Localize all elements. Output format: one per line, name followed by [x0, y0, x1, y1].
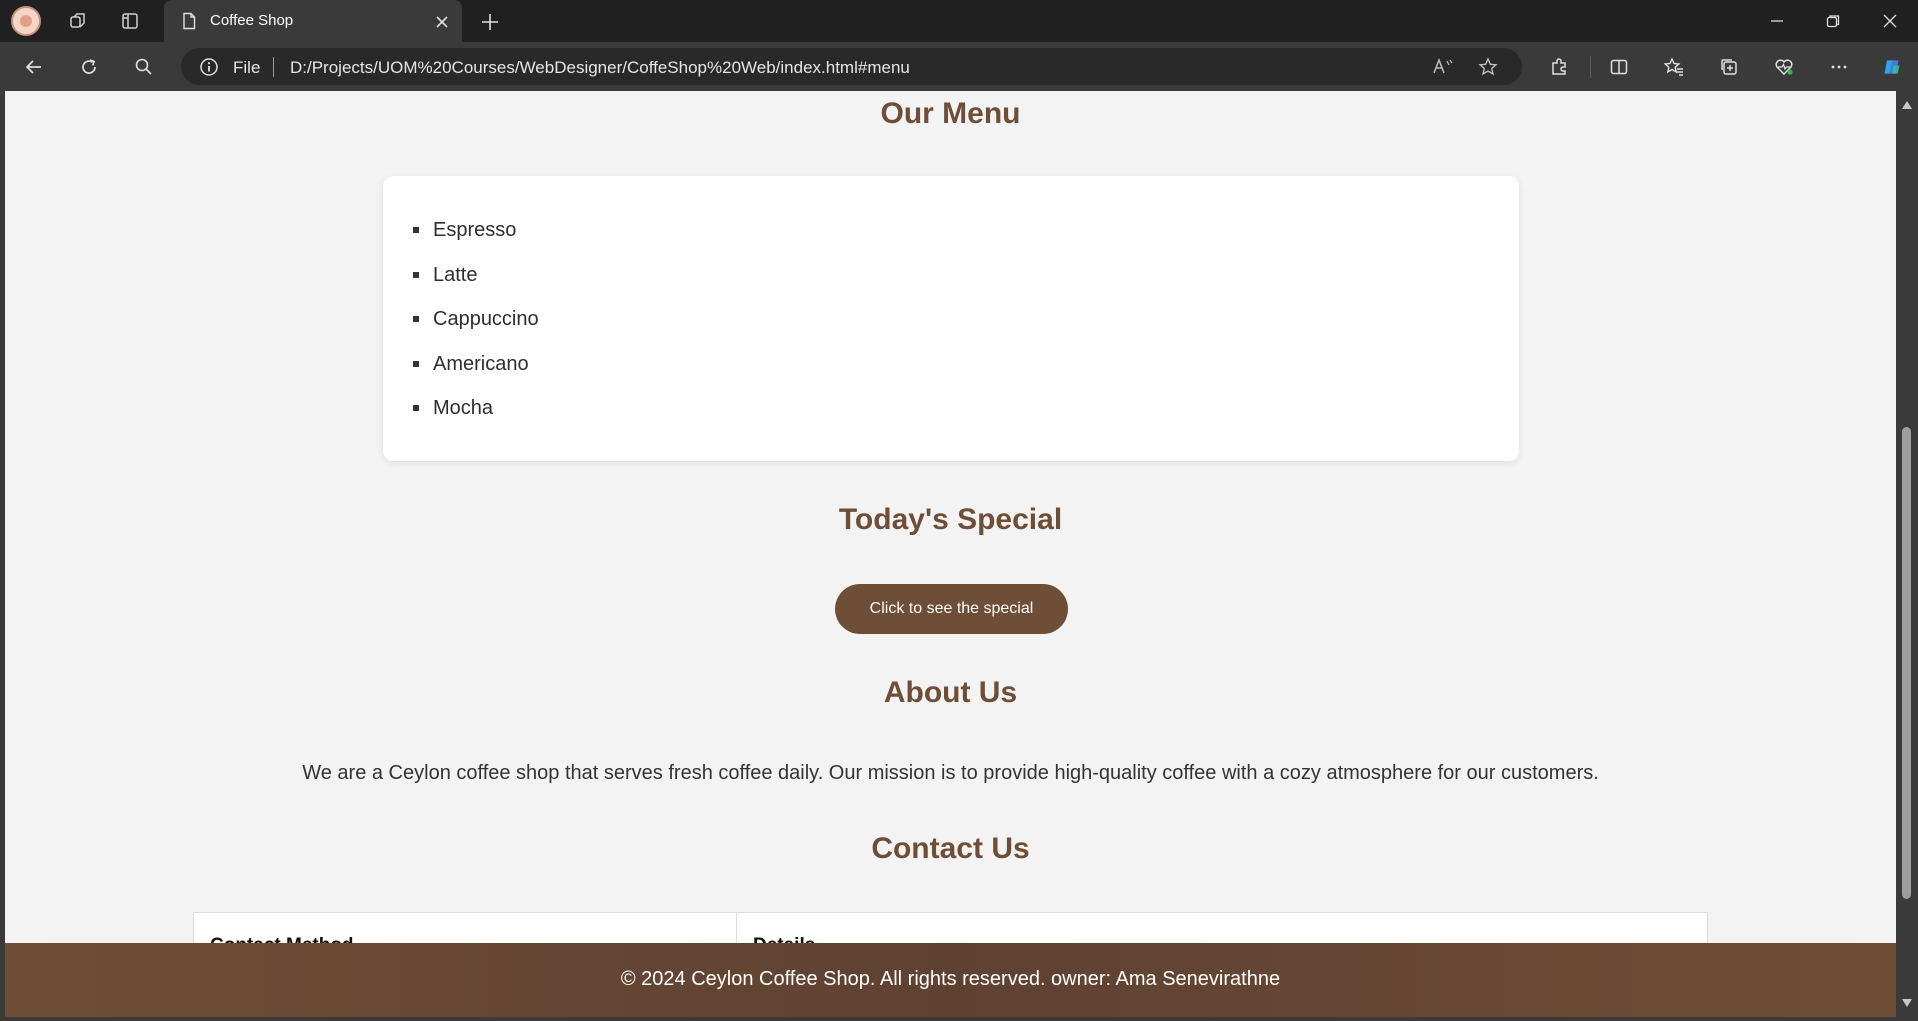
active-tab[interactable]: Coffee Shop: [164, 0, 462, 42]
puzzle-icon: [1552, 58, 1566, 75]
square-bullet-icon: [413, 316, 419, 322]
close-window-button[interactable]: [1862, 0, 1918, 42]
tab-title: Coffee Shop: [210, 12, 294, 29]
tab-bar: Coffee Shop: [0, 0, 1918, 42]
navigation-bar: File D:/Projects/UOM%20Courses/WebDesign…: [0, 42, 1918, 91]
footer-text: © 2024 Ceylon Coffee Shop. All rights re…: [620, 968, 1281, 990]
square-bullet-icon: [413, 360, 419, 367]
minimize-button[interactable]: [1749, 0, 1805, 42]
search-icon: [135, 58, 152, 75]
square-bullet-icon: [413, 227, 419, 233]
menu-card: Espresso Latte Cappuccino Americano Mocha: [383, 176, 1519, 461]
address-bar[interactable]: File D:/Projects/UOM%20Courses/WebDesign…: [181, 48, 1522, 85]
menu-item: Mocha: [407, 396, 539, 441]
square-bullet-icon: [413, 405, 419, 411]
workspaces-button[interactable]: [60, 4, 96, 38]
square-bullet-icon: [413, 271, 419, 278]
about-text: We are a Ceylon coffee shop that serves …: [302, 762, 1599, 784]
scroll-up-arrow-icon[interactable]: [1902, 101, 1912, 109]
menu-item-label: Espresso: [433, 219, 517, 241]
copilot-icon: [1884, 60, 1900, 74]
menu-item-label: Latte: [433, 263, 478, 286]
close-window-icon: [1883, 14, 1897, 28]
omnibox-separator: [273, 57, 274, 77]
settings-more-button[interactable]: [1821, 50, 1857, 84]
back-button[interactable]: [16, 50, 52, 84]
menu-heading: Our Menu: [880, 97, 1021, 130]
search-button[interactable]: [126, 50, 162, 84]
scroll-thumb[interactable]: [1902, 427, 1911, 899]
arrow-left-icon: [25, 60, 41, 74]
profile-avatar[interactable]: [11, 6, 41, 36]
heartbeat-icon: [1775, 59, 1793, 76]
menu-item: Cappuccino: [407, 307, 539, 352]
split-screen-icon: [1610, 59, 1628, 75]
menu-item-label: Cappuccino: [433, 308, 539, 330]
page-icon: [183, 12, 196, 30]
special-heading: Today's Special: [838, 503, 1063, 536]
menu-item: Espresso: [407, 218, 539, 263]
extensions-button[interactable]: [1541, 50, 1577, 84]
about-heading: About Us: [883, 676, 1018, 709]
collections-icon: [1721, 59, 1737, 75]
read-aloud-button[interactable]: [1429, 54, 1457, 80]
minimize-icon: [1771, 20, 1783, 22]
close-icon: [436, 16, 448, 28]
favorites-button[interactable]: [1656, 50, 1692, 84]
refresh-button[interactable]: [71, 50, 107, 84]
tab-close-button[interactable]: [430, 10, 454, 34]
collections-button[interactable]: [1711, 50, 1747, 84]
star-icon: [1478, 57, 1498, 76]
restore-button[interactable]: [1805, 0, 1861, 42]
menu-list: Espresso Latte Cappuccino Americano Mocha: [407, 218, 539, 441]
more-horizontal-icon: [1831, 65, 1847, 69]
menu-item: Americano: [407, 352, 539, 397]
menu-item-label: Americano: [433, 352, 529, 375]
refresh-icon: [82, 59, 96, 74]
see-special-button[interactable]: Click to see the special: [835, 584, 1068, 634]
read-aloud-icon: [1433, 57, 1453, 74]
toolbar-divider: [1590, 56, 1591, 78]
new-tab-button[interactable]: [474, 6, 506, 38]
info-icon[interactable]: [199, 57, 219, 77]
scroll-down-arrow-icon[interactable]: [1902, 999, 1912, 1007]
favorites-icon: [1664, 57, 1683, 76]
workspaces-icon: [70, 13, 85, 28]
copilot-button[interactable]: [1874, 50, 1910, 84]
page-viewport: Our Menu Espresso Latte Cappuccino American…: [0, 91, 1918, 1021]
menu-item-label: Mocha: [433, 397, 494, 419]
browser-essentials-button[interactable]: [1766, 50, 1802, 84]
tab-actions-icon: [122, 13, 138, 29]
contact-heading: Contact Us: [871, 832, 1030, 865]
coffee-shop-page: Our Menu Espresso Latte Cappuccino American…: [5, 91, 1896, 1017]
favorite-button[interactable]: [1474, 54, 1502, 80]
site-info-label[interactable]: File: [233, 58, 260, 78]
page-scrollbar[interactable]: [1896, 91, 1918, 1021]
restore-icon: [1826, 15, 1840, 28]
url-text[interactable]: D:/Projects/UOM%20Courses/WebDesigner/Co…: [290, 58, 910, 78]
plus-icon: [482, 14, 498, 30]
menu-item: Latte: [407, 263, 539, 308]
split-screen-button[interactable]: [1601, 50, 1637, 84]
vertical-tabs-button[interactable]: [112, 4, 148, 38]
site-footer: © 2024 Ceylon Coffee Shop. All rights re…: [5, 943, 1896, 1017]
